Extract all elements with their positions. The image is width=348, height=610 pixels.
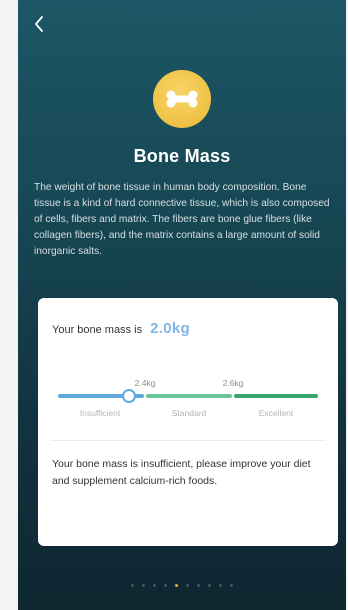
page-dot[interactable] xyxy=(164,584,167,587)
bone-badge xyxy=(153,70,211,128)
page-dot[interactable] xyxy=(153,584,156,587)
page-title: Bone Mass xyxy=(133,146,231,166)
page-dot[interactable] xyxy=(142,584,145,587)
value-indicator xyxy=(122,389,136,403)
result-card: Your bone mass is 2.0kg 2.4kg 2.6kg Insu… xyxy=(38,298,338,546)
page-dot[interactable] xyxy=(186,584,189,587)
page-indicator xyxy=(18,584,346,587)
card-divider xyxy=(50,440,326,441)
threshold-label-low: 2.4kg xyxy=(134,378,156,388)
chevron-left-icon xyxy=(35,16,43,32)
mass-label: Your bone mass is xyxy=(52,324,143,336)
phone-screen: Bone Mass The weight of bone tissue in h… xyxy=(18,0,346,610)
mass-value: 2.0kg xyxy=(150,320,190,337)
page-dot[interactable] xyxy=(219,584,222,587)
page-dot-active[interactable] xyxy=(175,584,178,587)
page-dot[interactable] xyxy=(230,584,233,587)
page-dot[interactable] xyxy=(197,584,200,587)
advice-text: Your bone mass is insufficient, please i… xyxy=(52,458,311,487)
mass-row: Your bone mass is 2.0kg xyxy=(52,320,190,337)
range-bar-excellent xyxy=(234,394,318,398)
back-button[interactable] xyxy=(28,12,50,36)
threshold-label-high: 2.6kg xyxy=(222,378,244,388)
range-label-excellent: Excellent xyxy=(258,408,294,418)
page-dot[interactable] xyxy=(208,584,211,587)
bone-mass-scale: 2.4kg 2.6kg Insufficient Standard Excell… xyxy=(58,378,318,428)
bone-icon xyxy=(166,90,198,108)
page-dot[interactable] xyxy=(131,584,134,587)
range-label-standard: Standard xyxy=(171,408,207,418)
range-bar-standard xyxy=(146,394,232,398)
range-label-insufficient: Insufficient xyxy=(79,408,121,418)
metric-description: The weight of bone tissue in human body … xyxy=(34,182,330,258)
